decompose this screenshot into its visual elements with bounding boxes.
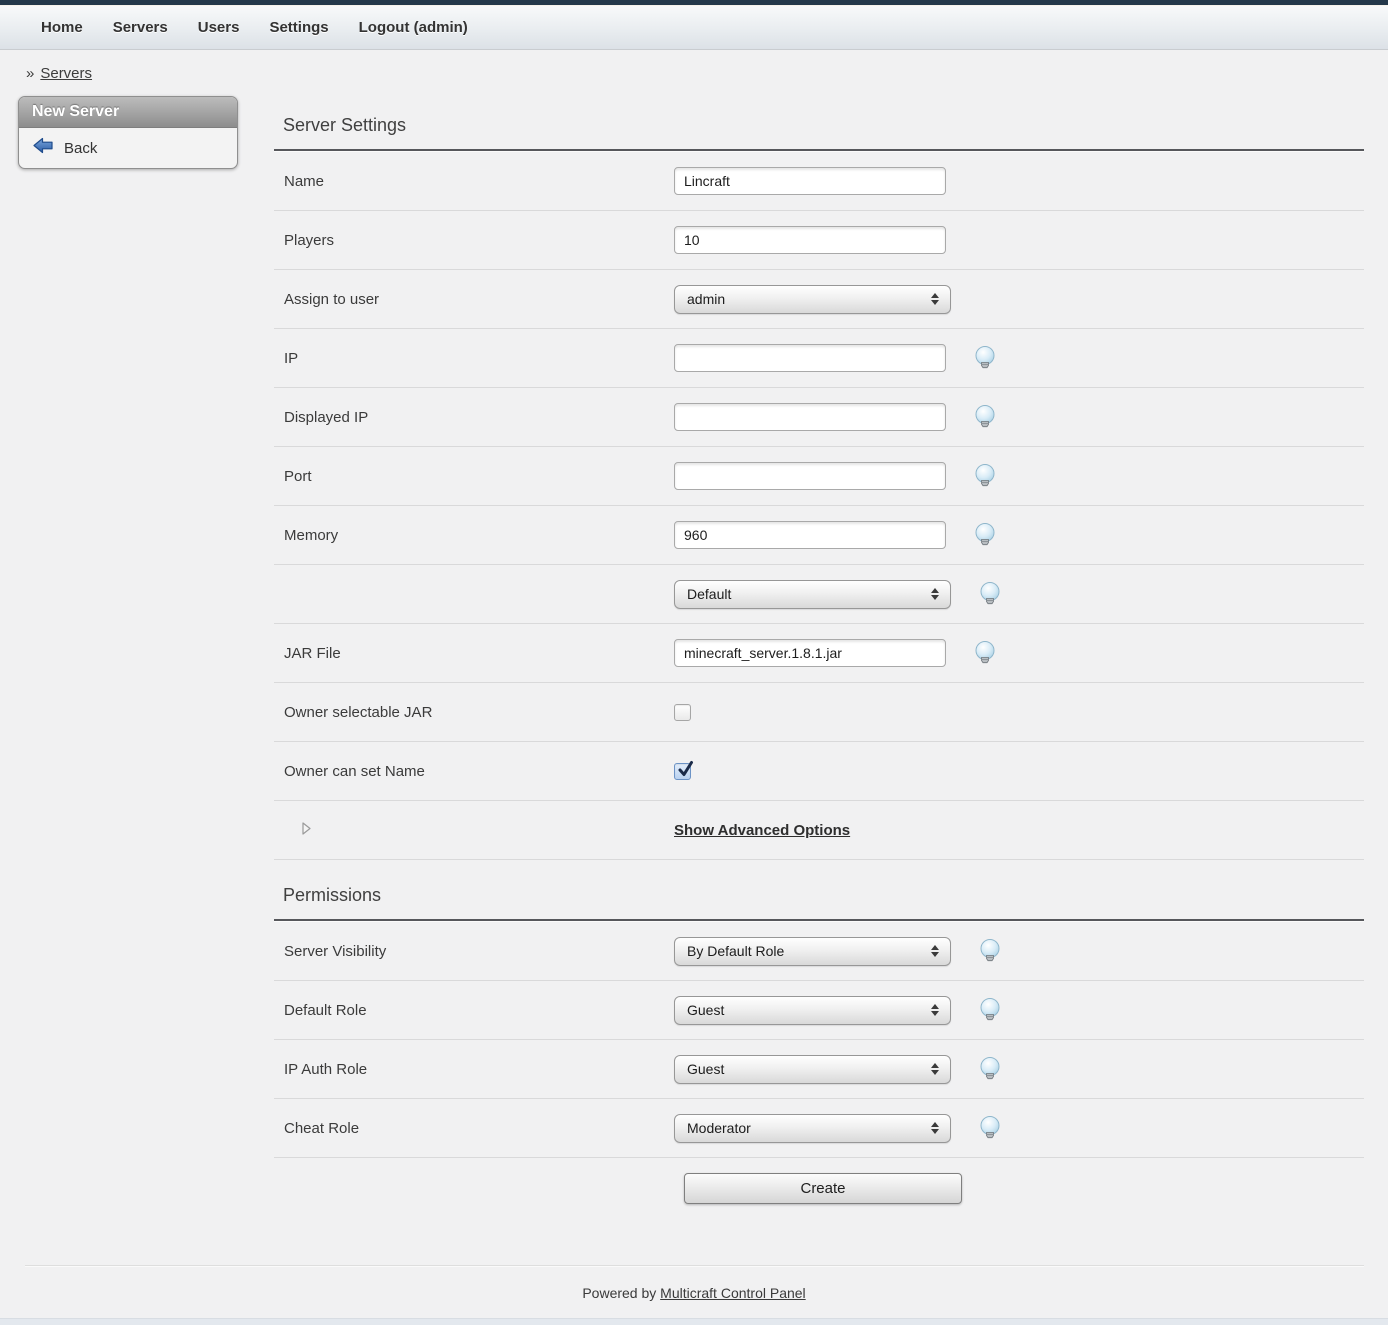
cheat-role-help-lightbulb-icon[interactable] — [978, 1115, 1002, 1141]
ip-label: IP — [274, 350, 674, 367]
nav-item-logout[interactable]: Logout (admin) — [344, 19, 483, 36]
row-default-role: Default Role Guest — [274, 981, 1364, 1040]
nav-item-home[interactable]: Home — [26, 19, 98, 36]
row-owner-can-set-name: Owner can set Name — [274, 742, 1364, 801]
cheat-role-select[interactable]: Moderator — [674, 1114, 951, 1143]
select-stepper-icon — [931, 293, 939, 305]
owner-selectable-jar-checkbox[interactable] — [674, 704, 691, 721]
row-port: Port — [274, 447, 1364, 506]
select-stepper-icon — [931, 1122, 939, 1134]
row-displayed-ip: Displayed IP — [274, 388, 1364, 447]
players-label: Players — [274, 232, 674, 249]
back-arrow-icon — [32, 137, 54, 159]
row-server-visibility: Server Visibility By Default Role — [274, 922, 1364, 981]
ip-auth-role-help-lightbulb-icon[interactable] — [978, 1056, 1002, 1082]
select-stepper-icon — [931, 1063, 939, 1075]
default-role-select[interactable]: Guest — [674, 996, 951, 1025]
nav-item-users[interactable]: Users — [183, 19, 255, 36]
new-server-panel: New Server Back — [18, 96, 238, 169]
jar-file-help-lightbulb-icon[interactable] — [973, 640, 997, 666]
server-settings-title: Server Settings — [274, 90, 1364, 149]
row-assign-to-user: Assign to user admin — [274, 270, 1364, 329]
footer-prefix: Powered by — [582, 1285, 656, 1301]
show-advanced-options-link[interactable]: Show Advanced Options — [674, 822, 850, 839]
row-jar-file: JAR File — [274, 624, 1364, 683]
breadcrumb-link-servers[interactable]: Servers — [40, 65, 92, 82]
jar-file-label: JAR File — [274, 645, 674, 662]
footer: Powered by Multicraft Control Panel — [0, 1266, 1388, 1325]
default-role-help-lightbulb-icon[interactable] — [978, 997, 1002, 1023]
select-stepper-icon — [931, 945, 939, 957]
row-ip-auth-role: IP Auth Role Guest — [274, 1040, 1364, 1099]
selected-value: Guest — [687, 1002, 724, 1018]
jar-file-input[interactable] — [674, 639, 946, 667]
selected-value: Guest — [687, 1061, 724, 1077]
selected-value: Moderator — [687, 1120, 751, 1136]
cheat-role-label: Cheat Role — [274, 1120, 674, 1137]
port-help-lightbulb-icon[interactable] — [973, 463, 997, 489]
displayed-ip-input[interactable] — [674, 403, 946, 431]
name-label: Name — [274, 173, 674, 190]
breadcrumb-separator: » — [26, 65, 34, 82]
ip-auth-role-select[interactable]: Guest — [674, 1055, 951, 1084]
row-world-default: Default — [274, 565, 1364, 624]
back-button[interactable]: Back — [19, 128, 237, 168]
row-owner-selectable-jar: Owner selectable JAR — [274, 683, 1364, 742]
displayed-ip-label: Displayed IP — [274, 409, 674, 426]
create-button[interactable]: Create — [684, 1173, 962, 1204]
default-help-lightbulb-icon[interactable] — [978, 581, 1002, 607]
permissions-title: Permissions — [274, 860, 1364, 919]
owner-selectable-jar-label: Owner selectable JAR — [274, 704, 674, 721]
row-ip: IP — [274, 329, 1364, 388]
row-players: Players — [274, 211, 1364, 270]
selected-value: By Default Role — [687, 943, 784, 959]
port-input[interactable] — [674, 462, 946, 490]
back-label: Back — [64, 140, 97, 157]
server-visibility-select[interactable]: By Default Role — [674, 937, 951, 966]
select-stepper-icon — [931, 588, 939, 600]
nav-item-servers[interactable]: Servers — [98, 19, 183, 36]
panel-title: New Server — [19, 97, 237, 128]
assign-to-user-select[interactable]: admin — [674, 285, 951, 314]
breadcrumb: » Servers — [0, 50, 1388, 90]
row-advanced-options: Show Advanced Options — [274, 801, 1364, 860]
memory-help-lightbulb-icon[interactable] — [973, 522, 997, 548]
default-role-label: Default Role — [274, 1002, 674, 1019]
ip-input[interactable] — [674, 344, 946, 372]
row-create: Create — [274, 1158, 1364, 1225]
displayed-ip-help-lightbulb-icon[interactable] — [973, 404, 997, 430]
row-name: Name — [274, 152, 1364, 211]
server-visibility-label: Server Visibility — [274, 943, 674, 960]
nav-item-settings[interactable]: Settings — [254, 19, 343, 36]
row-memory: Memory — [274, 506, 1364, 565]
ip-auth-role-label: IP Auth Role — [274, 1061, 674, 1078]
select-stepper-icon — [931, 1004, 939, 1016]
default-select[interactable]: Default — [674, 580, 951, 609]
players-input[interactable] — [674, 226, 946, 254]
main-nav: Home Servers Users Settings Logout (admi… — [0, 6, 1388, 50]
row-cheat-role: Cheat Role Moderator — [274, 1099, 1364, 1158]
content-area: Server Settings Name Players Assign to u… — [274, 90, 1364, 1225]
disclosure-triangle-icon[interactable] — [302, 822, 311, 835]
owner-can-set-name-label: Owner can set Name — [274, 763, 674, 780]
multicraft-link[interactable]: Multicraft Control Panel — [660, 1285, 806, 1301]
selected-value: Default — [687, 586, 731, 602]
memory-label: Memory — [274, 527, 674, 544]
owner-can-set-name-checkbox[interactable] — [674, 763, 691, 780]
selected-value: admin — [687, 291, 725, 307]
ip-help-lightbulb-icon[interactable] — [973, 345, 997, 371]
name-input[interactable] — [674, 167, 946, 195]
server-visibility-help-lightbulb-icon[interactable] — [978, 938, 1002, 964]
memory-input[interactable] — [674, 521, 946, 549]
port-label: Port — [274, 468, 674, 485]
assign-to-user-label: Assign to user — [274, 291, 674, 308]
